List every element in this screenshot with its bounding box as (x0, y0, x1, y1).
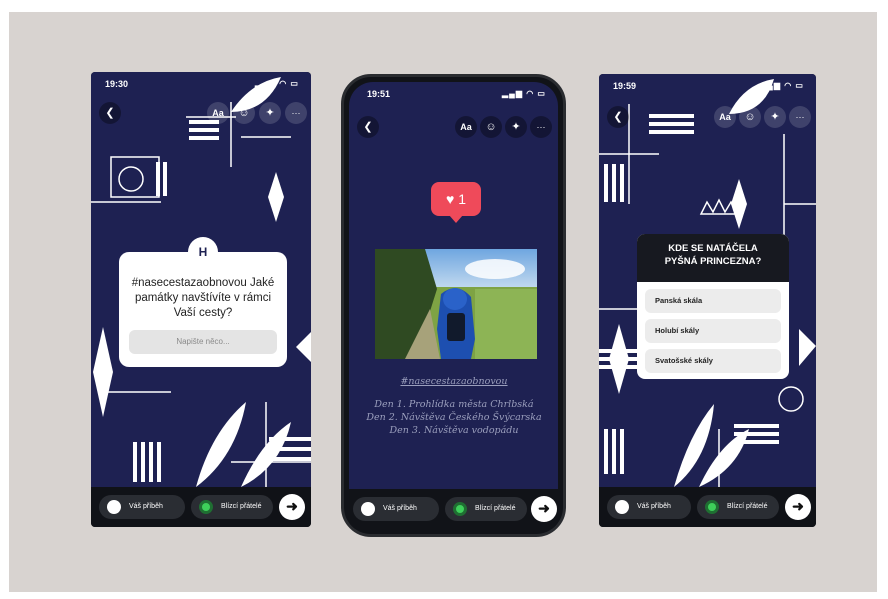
share-bar: Váš příběh Blízcí přátelé ➜ (599, 487, 816, 527)
close-friends-label: Blízcí přátelé (221, 503, 262, 510)
status-system-icons: ▂▄▆ ◠ ▭ (255, 79, 299, 88)
close-friends-button[interactable]: Blízcí přátelé (191, 495, 273, 519)
story-toolbar: ❮ Aa ☺ ✦ ··· (349, 116, 558, 142)
phone-right: 19:59 ▂▄▆ ◠ ▭ ❮ Aa ☺ ✦ ··· KDE SE NATÁČE… (599, 74, 816, 527)
share-bar: Váš příběh Blízcí přátelé ➜ (349, 489, 558, 529)
close-friends-button[interactable]: Blízcí přátelé (445, 497, 527, 521)
phone-center: 19:51 ▂▄▆ ◠ ▭ ❮ Aa ☺ ✦ ··· ♥ 1 #nasecest… (341, 74, 566, 537)
story-screen-left: 19:30 ▂▄▆ ◠ ▭ ❮ Aa ☺ ✦ ··· H #nasecestaz… (91, 72, 311, 487)
sticker-icon[interactable]: ☺ (233, 102, 255, 124)
your-story-label: Váš příběh (637, 503, 671, 510)
avatar-icon (615, 500, 629, 514)
itinerary-day-2: Den 2. Návštěva Českého Švýcarska (366, 412, 542, 423)
story-screen-right: 19:59 ▂▄▆ ◠ ▭ ❮ Aa ☺ ✦ ··· KDE SE NATÁČE… (599, 74, 816, 487)
avatar-icon (107, 500, 121, 514)
close-friends-icon (453, 502, 467, 516)
status-time: 19:59 (613, 81, 637, 91)
close-friends-button[interactable]: Blízcí přátelé (697, 495, 779, 519)
sparkles-icon[interactable]: ✦ (505, 116, 527, 138)
like-count-sticker[interactable]: ♥ 1 (431, 182, 481, 223)
hiker-photo (375, 249, 537, 359)
story-screen-center: 19:51 ▂▄▆ ◠ ▭ ❮ Aa ☺ ✦ ··· ♥ 1 #nasecest… (349, 82, 558, 489)
status-time: 19:30 (105, 79, 129, 89)
close-friends-label: Blízcí přátelé (727, 503, 768, 510)
your-story-button[interactable]: Váš příběh (99, 495, 185, 519)
itinerary-day-1: Den 1. Prohlídka města Chrlbská (374, 399, 534, 410)
question-sticker[interactable]: H #nasecestazaobnovou Jaké památky navšt… (119, 237, 287, 367)
status-bar: 19:51 ▂▄▆ ◠ ▭ (349, 82, 558, 104)
quiz-sticker[interactable]: KDE SE NATÁČELA PYŠNÁ PRINCEZNA? Panská … (637, 234, 789, 379)
arrow-right-icon[interactable]: ➜ (279, 494, 305, 520)
status-system-icons: ▂▄▆ ◠ ▭ (760, 81, 804, 90)
sparkles-icon[interactable]: ✦ (764, 106, 786, 128)
more-options-button[interactable]: ··· (789, 106, 811, 128)
close-friends-icon (705, 500, 719, 514)
back-chevron-icon[interactable]: ❮ (607, 106, 629, 128)
itinerary-day-3: Den 3. Návštěva vodopádu (389, 425, 519, 436)
quiz-option-1[interactable]: Panská skála (645, 289, 781, 313)
close-friends-label: Blízcí přátelé (475, 505, 516, 512)
story-toolbar: ❮ Aa ☺ ✦ ··· (599, 106, 816, 132)
hashtag-text: #nasecestazaobnovou (400, 376, 508, 387)
share-bar: Váš příběh Blízcí přátelé ➜ (91, 487, 311, 527)
your-story-button[interactable]: Váš příběh (607, 495, 691, 519)
brand-logo-icon: H (188, 237, 218, 267)
status-time: 19:51 (367, 89, 391, 99)
sticker-icon[interactable]: ☺ (480, 116, 502, 138)
phone-left: 19:30 ▂▄▆ ◠ ▭ ❮ Aa ☺ ✦ ··· H #nasecestaz… (91, 72, 311, 527)
sticker-icon[interactable]: ☺ (739, 106, 761, 128)
itinerary-text: #nasecestazaobnovou Den 1. Prohlídka měs… (359, 375, 549, 437)
status-bar: 19:30 ▂▄▆ ◠ ▭ (91, 72, 311, 94)
more-options-button[interactable]: ··· (285, 102, 307, 124)
back-chevron-icon[interactable]: ❮ (357, 116, 379, 138)
avatar-icon (361, 502, 375, 516)
story-toolbar: ❮ Aa ☺ ✦ ··· (91, 102, 311, 128)
back-chevron-icon[interactable]: ❮ (99, 102, 121, 124)
presentation-background: 19:30 ▂▄▆ ◠ ▭ ❮ Aa ☺ ✦ ··· H #nasecestaz… (9, 12, 877, 592)
quiz-option-2[interactable]: Holubí skály (645, 319, 781, 343)
answer-input[interactable]: Napište něco... (129, 330, 277, 354)
arrow-right-icon[interactable]: ➜ (531, 496, 557, 522)
status-system-icons: ▂▄▆ ◠ ▭ (502, 89, 546, 98)
text-tool-button[interactable]: Aa (207, 102, 229, 124)
more-options-button[interactable]: ··· (530, 116, 552, 138)
status-bar: 19:59 ▂▄▆ ◠ ▭ (599, 74, 816, 96)
your-story-label: Váš příběh (383, 505, 417, 512)
text-tool-button[interactable]: Aa (714, 106, 736, 128)
text-tool-button[interactable]: Aa (455, 116, 477, 138)
your-story-label: Váš příběh (129, 503, 163, 510)
quiz-option-3[interactable]: Svatošské skály (645, 349, 781, 373)
sparkles-icon[interactable]: ✦ (259, 102, 281, 124)
arrow-right-icon[interactable]: ➜ (785, 494, 811, 520)
quiz-question: KDE SE NATÁČELA PYŠNÁ PRINCEZNA? (637, 234, 789, 282)
close-friends-icon (199, 500, 213, 514)
your-story-button[interactable]: Váš příběh (353, 497, 439, 521)
